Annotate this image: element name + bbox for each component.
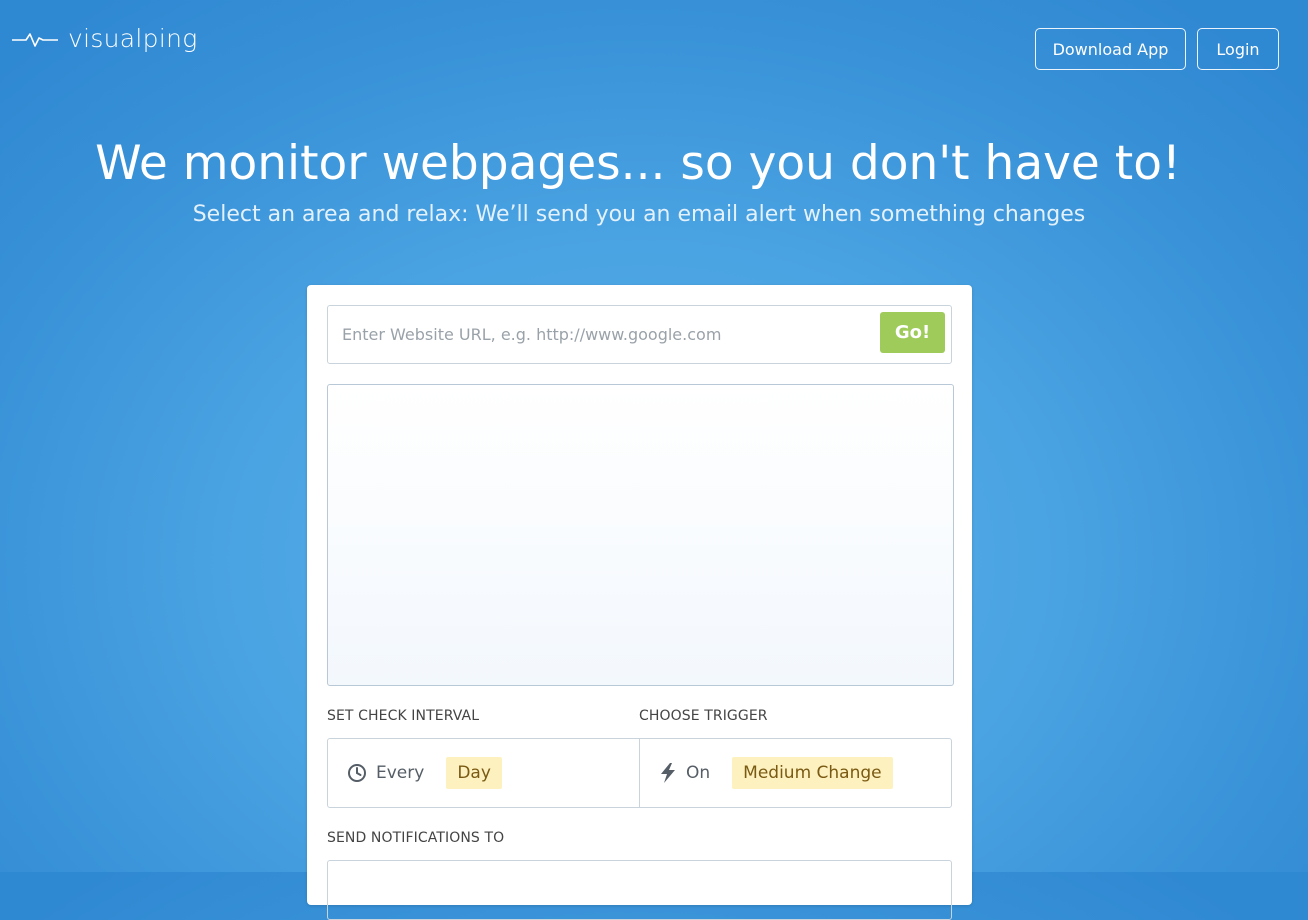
check-interval-label: SET CHECK INTERVAL bbox=[327, 708, 480, 724]
interval-prefix: Every bbox=[376, 763, 425, 783]
pulse-line-icon bbox=[12, 32, 58, 47]
page-preview-area[interactable] bbox=[327, 384, 954, 686]
clock-icon bbox=[348, 764, 366, 782]
login-button[interactable]: Login bbox=[1197, 28, 1279, 70]
trigger-value-chip[interactable]: Medium Change bbox=[732, 757, 893, 789]
logo[interactable]: visualping bbox=[12, 24, 198, 53]
download-app-button[interactable]: Download App bbox=[1035, 28, 1186, 70]
url-input[interactable] bbox=[342, 306, 872, 363]
interval-value-chip[interactable]: Day bbox=[446, 757, 502, 789]
monitor-form-card: Go! SET CHECK INTERVAL CHOOSE TRIGGER Ev… bbox=[307, 285, 972, 920]
notification-email-field[interactable] bbox=[327, 860, 952, 920]
url-field: Go! bbox=[327, 305, 952, 364]
trigger-prefix: On bbox=[686, 763, 711, 783]
page-title: We monitor webpages... so you don't have… bbox=[95, 136, 1181, 191]
notifications-label: SEND NOTIFICATIONS TO bbox=[327, 830, 505, 846]
trigger-label: CHOOSE TRIGGER bbox=[639, 708, 768, 724]
page-subtitle: Select an area and relax: We’ll send you… bbox=[192, 202, 1086, 227]
go-button[interactable]: Go! bbox=[880, 312, 945, 353]
check-interval-selector[interactable]: Every Day bbox=[328, 739, 639, 807]
options-row: Every Day On Medium Change bbox=[327, 738, 952, 808]
trigger-selector[interactable]: On Medium Change bbox=[639, 739, 951, 807]
brand-name: visualping bbox=[68, 24, 198, 53]
lightning-icon bbox=[661, 763, 675, 783]
